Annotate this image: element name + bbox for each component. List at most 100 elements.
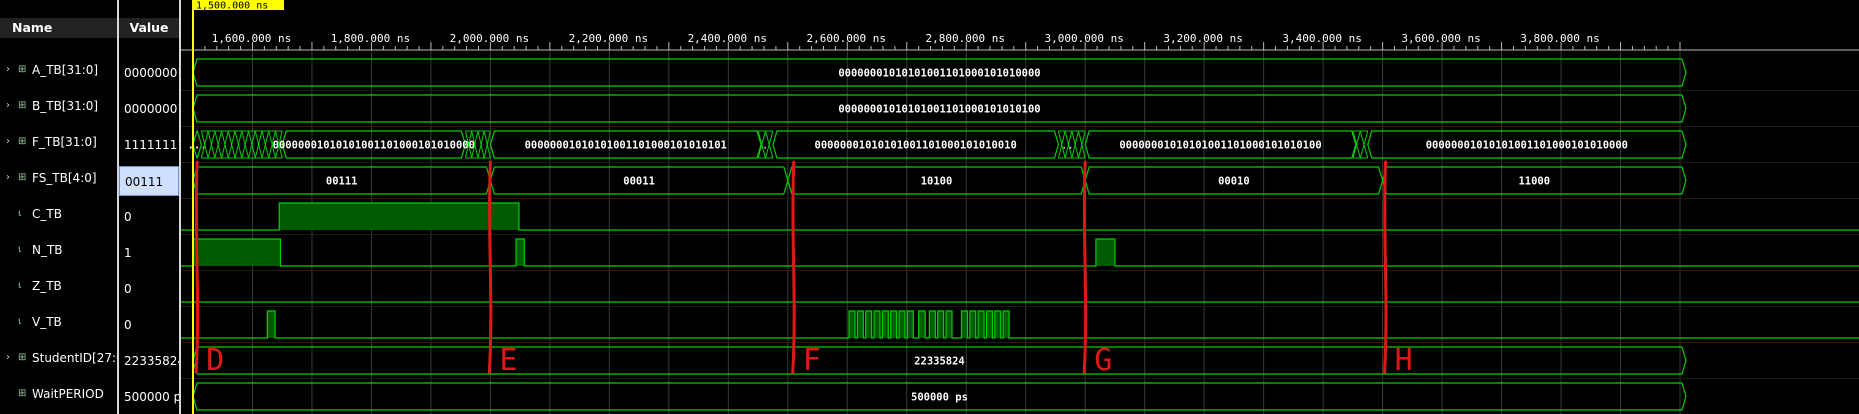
signal-row-name[interactable]: › ⊞ A_TB[31:0] — [0, 55, 117, 85]
bit-signal-icon: ι — [18, 208, 22, 219]
waveform-row-btb310: 00000001010101001101000101010100 — [181, 94, 1859, 127]
bus-transition-glitch — [207, 130, 216, 159]
expand-chevron-icon[interactable]: › — [6, 127, 10, 157]
bus-transition-glitch — [221, 130, 229, 159]
signal-value[interactable]: 0 — [119, 274, 179, 304]
expand-chevron-icon[interactable]: › — [6, 343, 10, 373]
ruler-tick-label: 2,600.000 ns — [807, 32, 886, 45]
signal-value[interactable]: 22335824 — [119, 346, 179, 376]
bus-value-label: 00000001010101001101000101010010 — [815, 140, 1017, 152]
waveform-row-fstb40: 00111 00011 10100 00010 11000 — [181, 166, 1859, 199]
signal-value[interactable]: 00000001 — [119, 94, 179, 124]
signal-value[interactable]: 0 — [119, 310, 179, 340]
signal-row-name[interactable]: ι N_TB — [0, 235, 117, 265]
signal-row-name[interactable]: › ⊞ B_TB[31:0] — [0, 91, 117, 121]
bus-value-label: 00000001010101001101000101010100 — [1119, 140, 1321, 152]
signal-value[interactable]: 0 — [119, 202, 179, 232]
signal-name: N_TB — [32, 243, 63, 257]
expand-chevron-icon[interactable]: › — [6, 55, 10, 85]
signal-row-name[interactable]: ι Z_TB — [0, 271, 117, 301]
bit-high-pulse — [978, 311, 985, 338]
signal-row-name[interactable]: › ⊞ F_TB[31:0] — [0, 127, 117, 157]
bus-value-label: 22335824 — [914, 356, 965, 368]
waveform-row-studentid270: 22335824 — [181, 346, 1859, 379]
signal-row-name[interactable]: ⊞ WaitPERIOD — [0, 379, 117, 409]
bit-high-pulse — [1003, 311, 1010, 338]
ruler-tick-label: 3,400.000 ns — [1282, 32, 1361, 45]
name-column-header[interactable]: Name — [0, 18, 117, 38]
bus-value-label: 00000001010101001101000101010000 — [273, 140, 475, 152]
ruler-tick-label: 2,200.000 ns — [569, 32, 648, 45]
ruler-tick-label: 1,600.000 ns — [212, 32, 291, 45]
signal-name: B_TB[31:0] — [32, 99, 99, 113]
bus-transition-glitch — [234, 130, 243, 159]
signal-row-name[interactable]: ι C_TB — [0, 199, 117, 229]
annotation-letter: E — [499, 343, 517, 378]
bit-signal-icon: ι — [18, 244, 22, 255]
bit-high-pulse — [890, 311, 897, 338]
signal-name: WaitPERIOD — [32, 387, 104, 401]
signal-name: FS_TB[4:0] — [32, 171, 97, 185]
bit-signal-icon: ι — [18, 280, 22, 291]
bus-value-label: 500000 ps — [911, 392, 968, 404]
bit-high-pulse — [937, 311, 944, 338]
annotation-line — [487, 160, 493, 374]
ruler-tick-label: 3,600.000 ns — [1401, 32, 1480, 45]
bit-high-pulse — [193, 239, 281, 266]
bus-value-label: 00000001010101001101000101010100 — [838, 104, 1040, 116]
bus-value-label: 00111 — [326, 176, 358, 188]
bit-high-pulse — [946, 311, 952, 338]
bus-transition-glitch — [483, 130, 491, 159]
bus-value-label: 00000001010101001101000101010000 — [1426, 140, 1628, 152]
bus-transition-glitch — [248, 130, 256, 159]
bit-waveform-line — [181, 310, 1859, 339]
waveform-pane[interactable]: 1,600.000 ns 1,800.000 ns 2,000.000 ns 2,20… — [181, 0, 1859, 414]
bit-high-pulse — [969, 311, 976, 338]
waveform-row-ftb310: ... 00000001010101001101000101010000 00000… — [181, 130, 1859, 163]
bus-transition-glitch — [254, 130, 263, 159]
signal-value[interactable]: 11111111 — [119, 130, 179, 160]
bit-signal-icon: ι — [18, 316, 22, 327]
bit-high-pulse — [1095, 239, 1115, 266]
bus-signal-icon: ⊞ — [18, 388, 27, 399]
ruler-tick-label: 2,800.000 ns — [925, 32, 1004, 45]
bit-high-pulse — [929, 311, 936, 338]
ruler-tick-label: 3,800.000 ns — [1520, 32, 1599, 45]
bus-signal-icon: ⊞ — [18, 352, 27, 363]
waveform-row-waitperiod: 500000 ps — [192, 382, 1687, 411]
bit-high-pulse — [961, 311, 968, 338]
annotation-letter: G — [1094, 343, 1112, 378]
bit-high-pulse — [874, 311, 880, 338]
signal-name: V_TB — [32, 315, 62, 329]
bit-high-pulse — [267, 311, 276, 338]
signal-value[interactable]: 00111 — [119, 166, 179, 196]
bus-signal-icon: ⊞ — [18, 64, 27, 75]
signal-row-name[interactable]: › ⊞ StudentID[27:0] — [0, 343, 117, 373]
time-ruler: 1,600.000 ns 1,800.000 ns 2,000.000 ns 2,20… — [181, 32, 1859, 51]
signal-name-pane: Name › ⊞ A_TB[31:0] › ⊞ B_TB[31:0] › ⊞ F_TB[31:0… — [0, 0, 117, 414]
waveform-canvas[interactable]: 1,600.000 ns 1,800.000 ns 2,000.000 ns 2,20… — [181, 0, 1859, 414]
signal-row-name[interactable]: ι V_TB — [0, 307, 117, 337]
waveform-row-ztb — [181, 301, 1859, 307]
waveform-row-vtb — [181, 310, 1859, 343]
bus-value-label: 00010 — [1218, 176, 1250, 188]
ruler-tick-label: 2,000.000 ns — [450, 32, 529, 45]
waveform-row-ntb — [181, 238, 1859, 271]
value-column-header[interactable]: Value — [119, 18, 179, 38]
bit-waveform-line — [181, 238, 1859, 267]
signal-row-name[interactable]: › ⊞ FS_TB[4:0] — [0, 163, 117, 193]
bus-value-label: 00000001010101001101000101010101 — [525, 140, 727, 152]
bus-signal-icon: ⊞ — [18, 136, 27, 147]
signal-value[interactable]: 500000 ps — [119, 382, 179, 412]
signal-value[interactable]: 1 — [119, 238, 179, 268]
expand-chevron-icon[interactable]: › — [6, 91, 10, 121]
bit-high-pulse — [986, 311, 993, 338]
bus-transition-glitch — [241, 130, 249, 159]
annotation-line — [1383, 160, 1388, 374]
expand-chevron-icon[interactable]: › — [6, 163, 10, 193]
signal-name: C_TB — [32, 207, 62, 221]
signal-value[interactable]: 00000001 — [119, 58, 179, 88]
ruler-tick-label: 1,800.000 ns — [331, 32, 410, 45]
bit-high-pulse — [882, 311, 889, 338]
bit-high-pulse — [849, 311, 856, 338]
